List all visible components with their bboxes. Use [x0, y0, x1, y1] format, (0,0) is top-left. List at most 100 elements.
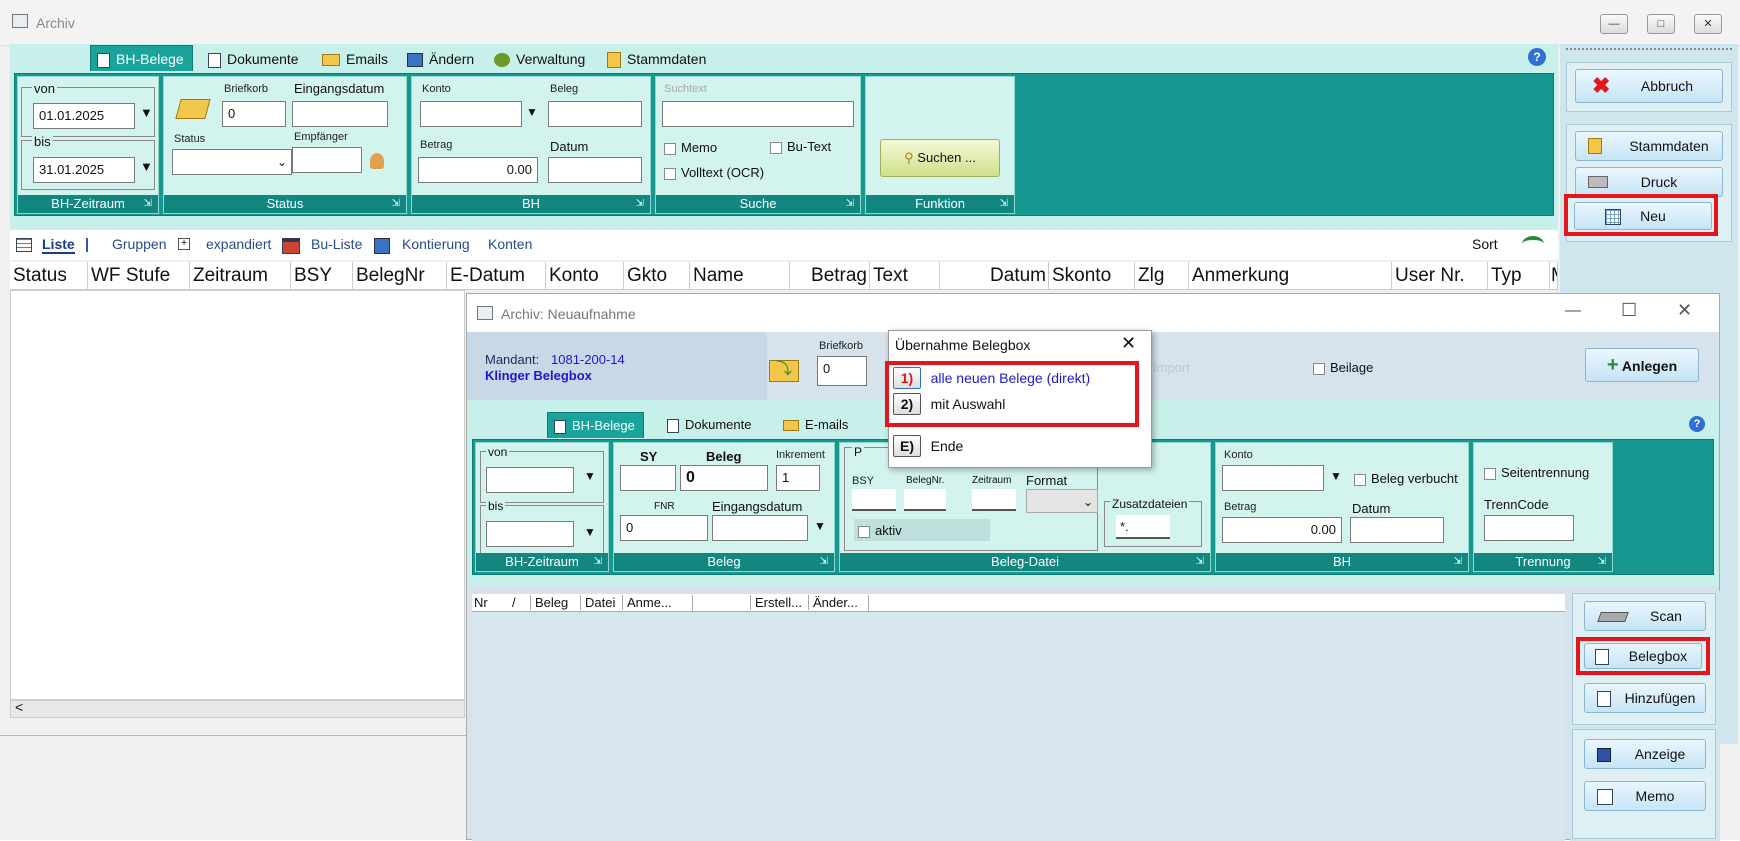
- column-header-cell[interactable]: WF Stufe: [88, 262, 190, 290]
- column-header-cell[interactable]: Konto: [546, 262, 624, 290]
- anlegen-button[interactable]: + Anlegen: [1585, 348, 1699, 382]
- dialog-launcher-icon[interactable]: ⇲: [594, 553, 602, 571]
- fnr-field[interactable]: 0: [620, 515, 708, 541]
- betrag-field[interactable]: 0.00: [1222, 517, 1342, 543]
- konto-dropdown-icon[interactable]: ▼: [1330, 469, 1342, 483]
- belegbox-button[interactable]: Belegbox: [1584, 643, 1702, 669]
- column-header-cell[interactable]: Gkto: [624, 262, 690, 290]
- grid-column-header[interactable]: Änder...: [808, 595, 858, 610]
- column-header-cell[interactable]: User Nr.: [1392, 262, 1488, 290]
- status-select[interactable]: ⌄: [172, 149, 292, 175]
- column-header-cell[interactable]: Name: [690, 262, 790, 290]
- checkbox-box[interactable]: [770, 141, 782, 154]
- dialog-launcher-icon[interactable]: ⇲: [636, 195, 644, 213]
- kontierung-tab[interactable]: Kontierung: [402, 236, 470, 252]
- beilage-checkbox[interactable]: Beilage: [1313, 360, 1373, 375]
- checkbox-box[interactable]: [664, 167, 676, 180]
- stammdaten-button[interactable]: Stammdaten: [1575, 131, 1723, 161]
- expandiert-tab[interactable]: expandiert: [206, 236, 271, 252]
- briefkorb-field[interactable]: 0: [817, 356, 867, 386]
- close-button[interactable]: ✕: [1677, 300, 1692, 321]
- tab-stammdaten[interactable]: Stammdaten: [601, 46, 714, 72]
- seitentrennung-checkbox[interactable]: Seitentrennung: [1484, 465, 1589, 480]
- tab-dokumente[interactable]: Dokumente: [202, 46, 307, 72]
- eingangsdatum-field[interactable]: [712, 515, 808, 541]
- option-alle-neuen[interactable]: 1) alle neuen Belege (direkt): [893, 367, 1133, 391]
- grid-column-header[interactable]: Anme...: [622, 595, 672, 610]
- minimize-button[interactable]: —: [1565, 302, 1581, 320]
- help-icon[interactable]: ?: [1689, 416, 1705, 432]
- dialog-launcher-icon[interactable]: ⇲: [1196, 553, 1204, 571]
- help-icon[interactable]: ?: [1528, 48, 1546, 66]
- bis-date-field[interactable]: [486, 521, 574, 547]
- beleg-field[interactable]: [548, 101, 642, 127]
- tab-bh-belege[interactable]: BH-Belege: [547, 412, 644, 438]
- abbruch-button[interactable]: ✖ Abbruch: [1575, 69, 1723, 103]
- tab-emails[interactable]: Emails: [316, 46, 396, 72]
- dialog-launcher-icon[interactable]: ⇲: [846, 195, 854, 213]
- column-header-cell[interactable]: BelegNr: [353, 262, 447, 290]
- konto-dropdown-icon[interactable]: ▼: [526, 105, 538, 119]
- column-header-cell[interactable]: Typ: [1488, 262, 1550, 290]
- memo-checkbox[interactable]: Memo: [664, 140, 717, 155]
- memo-button[interactable]: Memo: [1584, 781, 1706, 811]
- dialog-launcher-icon[interactable]: ⇲: [392, 195, 400, 213]
- inkrement-field[interactable]: 1: [776, 465, 820, 491]
- maximize-button[interactable]: ☐: [1621, 300, 1637, 321]
- option-ende[interactable]: E) Ende: [893, 435, 1133, 459]
- close-button[interactable]: ✕: [1694, 14, 1722, 34]
- scan-button[interactable]: Scan: [1584, 601, 1706, 631]
- buliste-tab[interactable]: Bu-Liste: [311, 236, 362, 252]
- sy-field[interactable]: [620, 465, 676, 491]
- butext-checkbox[interactable]: Bu-Text: [770, 139, 831, 154]
- column-header-cell[interactable]: Anmerkung: [1189, 262, 1392, 290]
- checkbox-box[interactable]: [858, 525, 870, 538]
- column-header-cell[interactable]: Datum: [940, 262, 1049, 290]
- grid-column-header[interactable]: Erstell...: [750, 595, 802, 610]
- dialog-launcher-icon[interactable]: ⇲: [1598, 553, 1606, 571]
- datum-field[interactable]: [548, 157, 642, 183]
- column-header-cell[interactable]: Betrag: [790, 262, 870, 290]
- verbucht-checkbox[interactable]: Beleg verbucht: [1354, 471, 1458, 486]
- bis-date-field[interactable]: 31.01.2025: [33, 157, 135, 183]
- von-date-field[interactable]: 01.01.2025: [33, 103, 135, 129]
- eingangsdatum-field[interactable]: [292, 101, 388, 127]
- von-date-field[interactable]: [486, 467, 574, 493]
- maximize-button[interactable]: □: [1647, 14, 1675, 34]
- grid-column-header[interactable]: Beleg: [530, 595, 568, 610]
- anzeige-button[interactable]: Anzeige: [1584, 739, 1706, 769]
- hinzufuegen-button[interactable]: Hinzufügen: [1584, 683, 1706, 713]
- column-header-cell[interactable]: E-Datum: [447, 262, 546, 290]
- child-grid[interactable]: Nr / Beleg Datei Anme... Erstell... Ände…: [472, 594, 1565, 841]
- bis-dropdown-icon[interactable]: ▼: [584, 525, 596, 539]
- grid-column-header[interactable]: Datei: [580, 595, 615, 610]
- neu-button[interactable]: Neu: [1574, 202, 1712, 230]
- column-header-cell[interactable]: M: [1548, 262, 1558, 290]
- trenncode-field[interactable]: [1484, 515, 1574, 541]
- column-header-cell[interactable]: Skonto: [1049, 262, 1135, 290]
- dialog-launcher-icon[interactable]: ⇲: [820, 553, 828, 571]
- list-body[interactable]: [10, 290, 465, 700]
- betrag-field[interactable]: 0.00: [418, 157, 538, 183]
- tab-dokumente[interactable]: Dokumente: [661, 412, 759, 438]
- konto-field[interactable]: [420, 101, 522, 127]
- dialog-launcher-icon[interactable]: ⇲: [144, 195, 152, 213]
- column-header-cell[interactable]: Zeitraum: [190, 262, 291, 290]
- aktiv-checkbox[interactable]: aktiv: [858, 523, 902, 538]
- konten-tab[interactable]: Konten: [488, 236, 532, 252]
- dialog-launcher-icon[interactable]: ⇲: [1000, 195, 1008, 213]
- tab-emails[interactable]: E-mails: [777, 412, 856, 438]
- bsy-field[interactable]: [852, 489, 896, 511]
- empfaenger-field[interactable]: [292, 147, 362, 173]
- beleg-field[interactable]: 0: [680, 465, 768, 491]
- tab-verwaltung[interactable]: Verwaltung: [488, 46, 593, 72]
- option-mit-auswahl[interactable]: 2) mit Auswahl: [893, 393, 1133, 417]
- checkbox-box[interactable]: [1484, 467, 1496, 480]
- user-icon[interactable]: [370, 153, 384, 169]
- zusatzdateien-field[interactable]: *.: [1116, 515, 1170, 539]
- tab-aendern[interactable]: Ändern: [401, 46, 482, 72]
- column-header-cell[interactable]: Text: [870, 262, 940, 290]
- suchen-button[interactable]: ⚲ Suchen ...: [880, 139, 1000, 177]
- volltext-checkbox[interactable]: Volltext (OCR): [664, 165, 764, 180]
- column-header-cell[interactable]: BSY: [291, 262, 353, 290]
